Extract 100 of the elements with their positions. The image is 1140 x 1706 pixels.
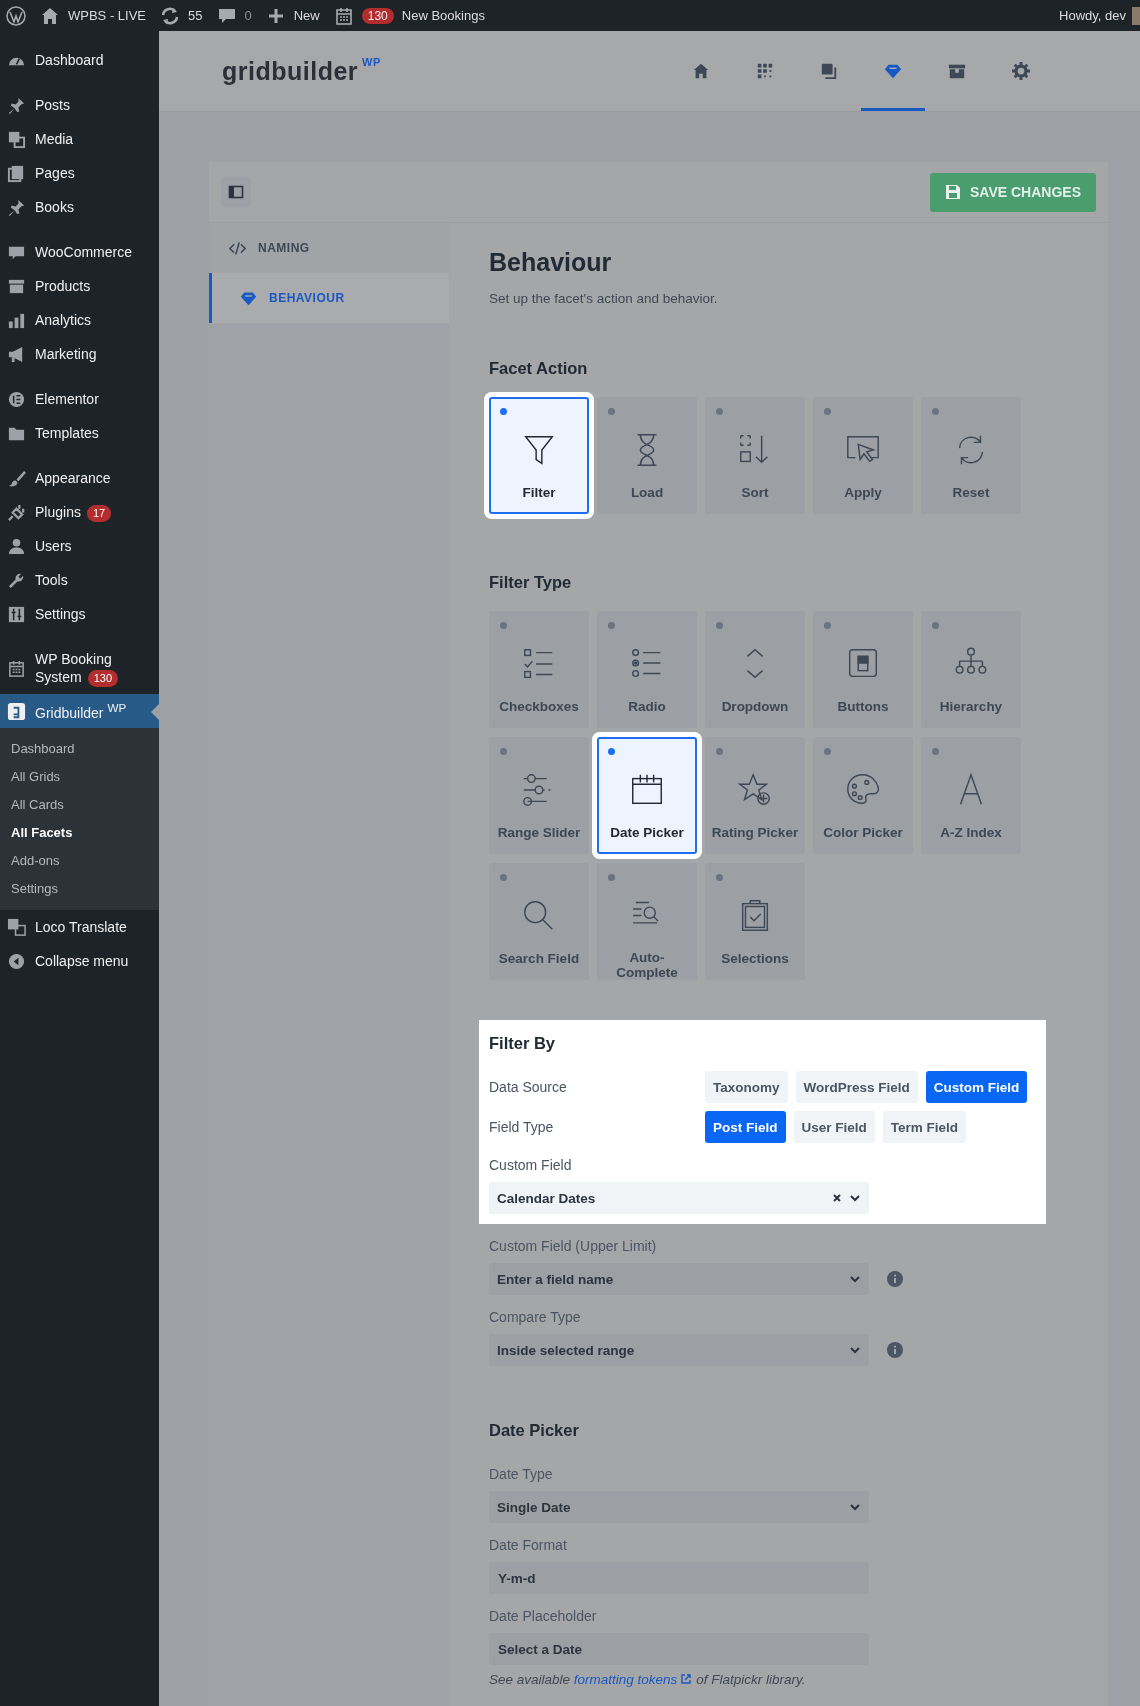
menu-label: Gridbuilder $^{WP}$ [35, 700, 127, 723]
option-card[interactable]: Range Slider [489, 737, 589, 854]
close-icon[interactable] [831, 1192, 843, 1204]
card-label: Reset [951, 485, 991, 500]
site-link[interactable]: WPBS - LIVE [68, 8, 147, 23]
menu-label: Marketing [35, 345, 97, 363]
choice-button[interactable]: Term Field [882, 1111, 967, 1143]
option-card[interactable]: Search Field [489, 863, 589, 980]
new-link[interactable]: New [293, 8, 320, 23]
card-label: Selections [720, 951, 790, 966]
option-card[interactable]: Color Picker [813, 737, 913, 854]
menu-item[interactable]: Books [0, 190, 159, 224]
choice-button[interactable]: WordPress Field [795, 1071, 918, 1103]
menu-label: Tools [35, 571, 68, 589]
option-card[interactable]: Selections [705, 863, 805, 980]
radio-dot [608, 622, 615, 629]
card-label: Radio [627, 699, 667, 714]
field-label: Compare Type [489, 1309, 582, 1325]
input-field[interactable]: Select a Date [489, 1633, 869, 1665]
option-card[interactable]: Auto-Complete [597, 863, 697, 980]
menu-item[interactable]: WooCommerce [0, 235, 159, 269]
radio-dot [500, 748, 507, 755]
bookings-link[interactable]: New Bookings [401, 8, 485, 23]
menu-item[interactable]: Collapse menu [0, 944, 159, 978]
select-field[interactable]: Inside selected range [489, 1334, 869, 1366]
option-card[interactable]: Rating Picker [705, 737, 805, 854]
option-card[interactable]: Sort [705, 397, 805, 514]
menu-item[interactable]: Analytics [0, 303, 159, 337]
card-label: Load [629, 485, 665, 500]
chevron-down-icon[interactable] [849, 1344, 861, 1356]
section-heading: Facet Action [489, 358, 589, 378]
option-card[interactable]: Radio [597, 611, 697, 728]
option-card[interactable]: Hierarchy [921, 611, 1021, 728]
external-link-icon [680, 1673, 693, 1685]
choice-button[interactable]: Post Field [705, 1111, 786, 1143]
info-icon[interactable] [887, 1271, 903, 1287]
submenu-item[interactable]: Settings [0, 875, 159, 903]
option-card[interactable]: Reset [921, 397, 1021, 514]
menu-label: Media [35, 130, 74, 148]
radio-dot [500, 874, 507, 881]
updates-link[interactable]: 55 [188, 8, 203, 23]
plug-icon [7, 502, 26, 522]
sidebar-toggle-button[interactable] [221, 177, 251, 207]
menu-item[interactable]: Pages [0, 156, 159, 190]
info-icon[interactable] [887, 1342, 903, 1358]
comments-link[interactable]: 0 [244, 8, 252, 23]
menu-item[interactable]: Posts [0, 88, 159, 122]
submenu-item[interactable]: Dashboard [0, 735, 159, 763]
menu-item[interactable]: Settings [0, 597, 159, 631]
brush-icon [7, 468, 26, 488]
greeting-link[interactable]: Howdy, dev [1059, 8, 1126, 23]
submenu-item[interactable]: Add-ons [0, 847, 159, 875]
sliders-icon [7, 604, 26, 624]
option-card[interactable]: Checkboxes [489, 611, 589, 728]
menu-label: Products [35, 277, 91, 295]
menu-label: WP Booking System 130 [35, 649, 159, 687]
menu-item[interactable]: Loco Translate [0, 910, 159, 944]
submenu-item[interactable]: All Facets [0, 819, 159, 847]
submenu-item[interactable]: All Grids [0, 763, 159, 791]
select-field[interactable]: Calendar Dates [489, 1182, 869, 1214]
chevron-down-icon[interactable] [849, 1273, 861, 1285]
menu-item[interactable]: Users [0, 529, 159, 563]
menu-item[interactable]: Appearance [0, 461, 159, 495]
avatar-icon[interactable] [1132, 6, 1140, 25]
choice-button[interactable]: User Field [793, 1111, 875, 1143]
choice-button[interactable]: Taxonomy [705, 1071, 788, 1103]
radio-dot [716, 874, 723, 881]
card-label: Color Picker [822, 825, 904, 840]
menu-item[interactable]: WP Booking System 130 [0, 642, 159, 694]
option-card[interactable]: Buttons [813, 611, 913, 728]
option-card[interactable]: Apply [813, 397, 913, 514]
radio-dot [500, 622, 507, 629]
menu-item[interactable]: Elementor [0, 382, 159, 416]
menu-item[interactable]: Tools [0, 563, 159, 597]
menu-item[interactable]: Media [0, 122, 159, 156]
card-label: Rating Picker [710, 825, 800, 840]
option-card[interactable]: Load [597, 397, 697, 514]
menu-label: Books [35, 198, 74, 216]
menu-item[interactable]: Products [0, 269, 159, 303]
logo[interactable]: gridbuilder $^{WP}$ [222, 56, 381, 86]
menu-item[interactable]: Plugins 17 [0, 495, 159, 529]
radio-dot [608, 874, 615, 881]
menu-item[interactable]: Dashboard [0, 43, 159, 77]
card-label: Range Slider [496, 825, 582, 840]
card-label: Checkboxes [498, 699, 580, 714]
select-field[interactable]: Single Date [489, 1491, 869, 1523]
option-card[interactable]: A-Z Index [921, 737, 1021, 854]
radio-dot [824, 408, 831, 415]
current-menu-item[interactable]: Gridbuilder $^{WP}$ [0, 694, 159, 728]
menu-item[interactable]: Marketing [0, 337, 159, 371]
submenu-item[interactable]: All Cards [0, 791, 159, 819]
chevron-down-icon[interactable] [849, 1192, 861, 1204]
option-card[interactable]: Dropdown [705, 611, 805, 728]
menu-item[interactable]: Templates [0, 416, 159, 450]
select-field[interactable]: Enter a field name [489, 1263, 869, 1295]
wordpress-logo-icon[interactable] [6, 5, 26, 26]
input-field[interactable]: Y-m-d [489, 1562, 869, 1594]
chevron-down-icon[interactable] [849, 1501, 861, 1513]
archive-icon [948, 62, 966, 80]
choice-button[interactable]: Custom Field [925, 1071, 1028, 1103]
